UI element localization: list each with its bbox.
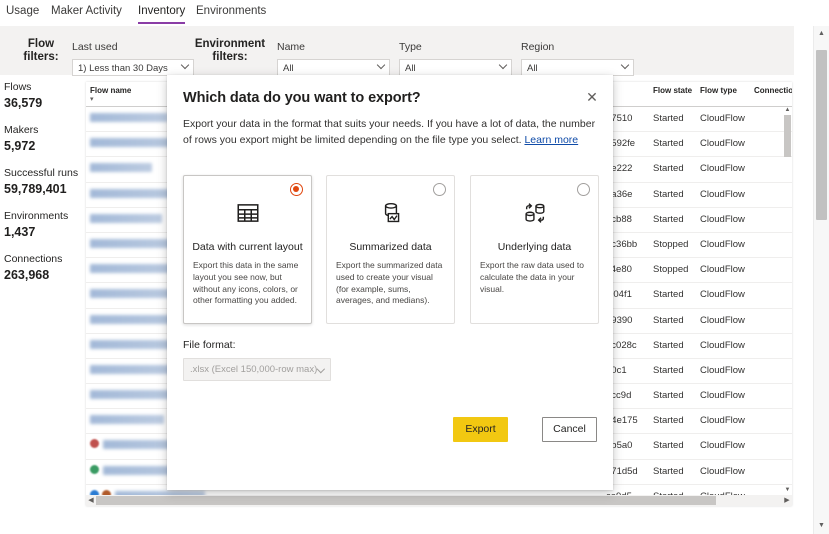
option-title: Underlying data [497, 241, 572, 253]
option-description: Export the raw data used to calculate th… [480, 260, 584, 294]
option-underlying-data[interactable]: Underlying data Export the raw data used… [470, 175, 599, 324]
dialog-title: Which data do you want to export? [183, 90, 421, 106]
chevron-down-icon [317, 366, 325, 374]
option-title: Data with current layout [192, 241, 303, 253]
database-sync-icon [471, 200, 598, 234]
app-root: Usage Maker Activity Inventory Environme… [0, 0, 829, 534]
file-format-select[interactable]: .xlsx (Excel 150,000-row max) [183, 358, 331, 381]
option-summarized-data[interactable]: Summarized data Export the summarized da… [326, 175, 455, 324]
option-description: Export the summarized data used to creat… [336, 260, 443, 306]
option-description: Export this data in the same layout you … [193, 260, 299, 306]
learn-more-link[interactable]: Learn more [524, 134, 578, 146]
export-data-dialog: Which data do you want to export? ✕ Expo… [167, 75, 613, 490]
file-format-value: .xlsx (Excel 150,000-row max) [190, 364, 318, 375]
radio-underlying-data[interactable] [577, 183, 590, 196]
cancel-button[interactable]: Cancel [542, 417, 597, 442]
export-options-group: Data with current layout Export this dat… [183, 175, 599, 324]
radio-summarized-data[interactable] [433, 183, 446, 196]
dialog-description: Export your data in the format that suit… [183, 116, 597, 148]
export-button[interactable]: Export [453, 417, 508, 442]
radio-data-with-current-layout[interactable] [290, 183, 303, 196]
close-icon[interactable]: ✕ [579, 84, 605, 110]
dialog-scrim: Which data do you want to export? ✕ Expo… [0, 0, 829, 534]
option-data-with-current-layout[interactable]: Data with current layout Export this dat… [183, 175, 312, 324]
file-format-label: File format: [183, 339, 236, 351]
table-grid-icon [184, 200, 311, 234]
database-chart-icon [327, 200, 454, 234]
option-title: Summarized data [349, 241, 432, 253]
